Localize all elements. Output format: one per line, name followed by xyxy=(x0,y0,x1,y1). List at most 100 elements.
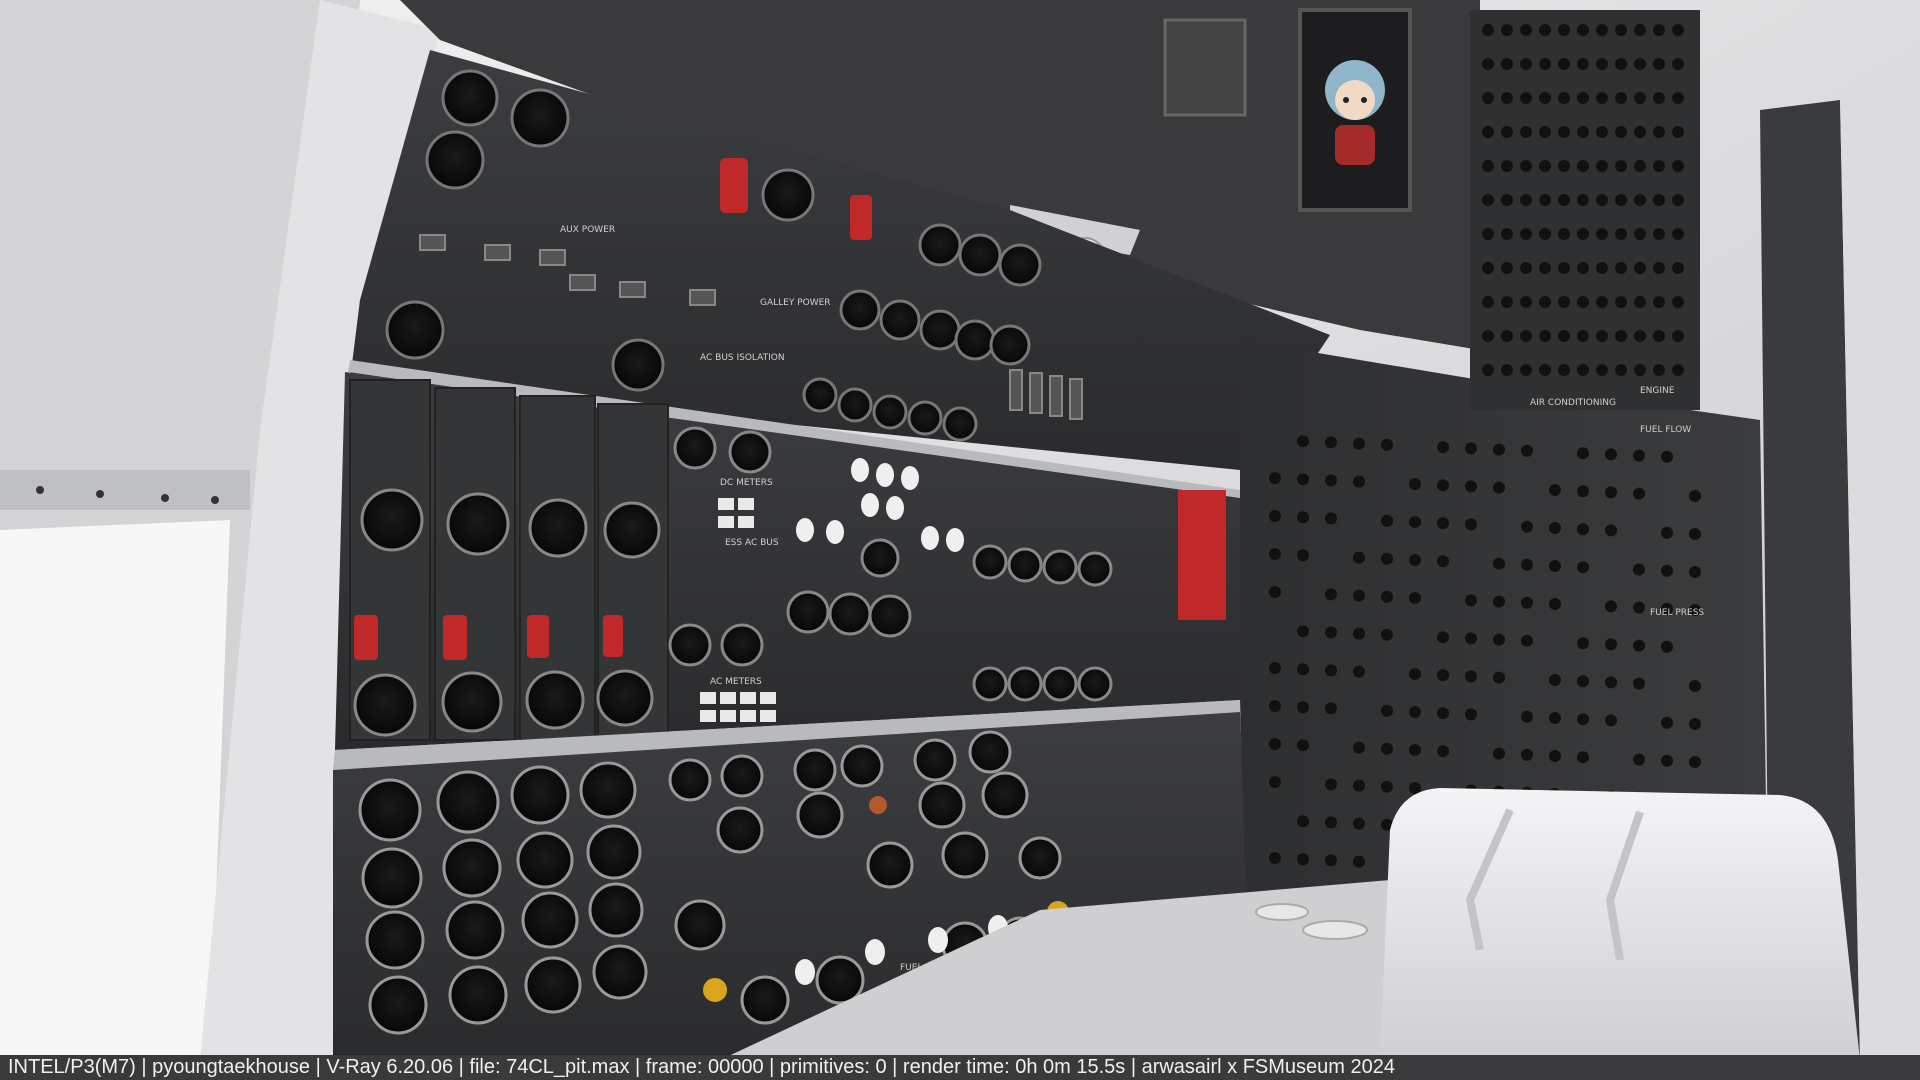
circuit-breaker xyxy=(1577,447,1589,460)
circuit-breaker xyxy=(1539,262,1551,274)
circuit-breaker xyxy=(1482,330,1494,342)
circuit-breaker xyxy=(1465,442,1477,455)
circuit-breaker xyxy=(1482,160,1494,172)
circuit-breaker xyxy=(1634,330,1646,342)
circuit-breaker xyxy=(1653,126,1665,138)
circuit-breaker xyxy=(1437,479,1449,492)
circuit-breaker xyxy=(1520,92,1532,104)
circuit-breaker xyxy=(1539,296,1551,308)
aux-power-label: AUX POWER xyxy=(560,225,615,235)
circuit-breaker xyxy=(1558,262,1570,274)
circuit-breaker xyxy=(1605,524,1617,537)
circuit-breaker xyxy=(1672,364,1684,376)
circuit-breaker xyxy=(1558,296,1570,308)
circuit-breaker xyxy=(1577,330,1589,342)
circuit-breaker xyxy=(1672,262,1684,274)
circuit-breaker xyxy=(1482,92,1494,104)
circuit-breaker xyxy=(1577,675,1589,688)
circuit-breaker xyxy=(1521,634,1533,647)
circuit-breaker xyxy=(1269,700,1281,712)
air-conditioning-label: AIR CONDITIONING xyxy=(1530,398,1616,408)
circuit-breaker xyxy=(1269,548,1281,560)
circuit-breaker xyxy=(1634,92,1646,104)
circuit-breaker xyxy=(1465,518,1477,531)
circuit-breaker xyxy=(1577,561,1589,574)
circuit-breaker xyxy=(1689,718,1701,730)
circuit-breaker xyxy=(1615,160,1627,172)
galley-power-label: GALLEY POWER xyxy=(760,298,831,308)
circuit-breaker xyxy=(1482,126,1494,138)
circuit-breaker xyxy=(1672,126,1684,138)
circuit-breaker xyxy=(1615,296,1627,308)
circuit-breaker xyxy=(1596,228,1608,240)
circuit-breaker xyxy=(1577,194,1589,206)
circuit-breaker xyxy=(1381,628,1393,641)
circuit-breaker xyxy=(1521,520,1533,533)
circuit-breaker xyxy=(1482,58,1494,70)
circuit-breaker xyxy=(1353,665,1365,678)
circuit-breaker xyxy=(1653,160,1665,172)
circuit-breaker xyxy=(1409,706,1421,718)
circuit-breaker xyxy=(1297,549,1309,562)
circuit-breaker xyxy=(1520,126,1532,138)
circuit-breaker xyxy=(1437,631,1449,644)
circuit-breaker xyxy=(1653,262,1665,274)
circuit-breaker xyxy=(1672,330,1684,342)
circuit-breaker xyxy=(1381,590,1393,603)
circuit-breaker xyxy=(1672,24,1684,36)
circuit-breaker xyxy=(1672,58,1684,70)
circuit-breaker xyxy=(1633,449,1645,462)
circuit-breaker xyxy=(1615,364,1627,376)
circuit-breaker xyxy=(1596,296,1608,308)
circuit-breaker xyxy=(1353,741,1365,754)
circuit-breaker xyxy=(1437,745,1449,758)
circuit-breaker xyxy=(1501,58,1513,70)
circuit-breaker xyxy=(1297,815,1309,828)
circuit-breaker xyxy=(1661,754,1673,767)
circuit-breaker xyxy=(1549,560,1561,572)
circuit-breaker xyxy=(1409,478,1421,490)
circuit-breaker xyxy=(1501,194,1513,206)
circuit-breaker xyxy=(1501,160,1513,172)
circuit-breaker xyxy=(1381,514,1393,527)
circuit-breaker xyxy=(1353,551,1365,564)
circuit-breaker xyxy=(1596,194,1608,206)
circuit-breaker xyxy=(1633,601,1645,614)
circuit-breaker xyxy=(1558,364,1570,376)
circuit-breaker xyxy=(1539,58,1551,70)
circuit-breaker xyxy=(1520,160,1532,172)
circuit-breaker xyxy=(1633,487,1645,500)
circuit-breaker xyxy=(1269,852,1281,864)
circuit-breaker xyxy=(1437,517,1449,530)
circuit-breaker xyxy=(1409,592,1421,604)
circuit-breaker xyxy=(1596,262,1608,274)
circuit-breaker xyxy=(1653,364,1665,376)
circuit-breaker xyxy=(1465,480,1477,493)
circuit-breaker xyxy=(1465,632,1477,645)
circuit-breaker xyxy=(1577,637,1589,650)
circuit-breaker xyxy=(1521,748,1533,761)
circuit-breaker xyxy=(1558,228,1570,240)
ess-ac-bus-label: ESS AC BUS xyxy=(725,538,779,548)
circuit-breaker xyxy=(1539,228,1551,240)
circuit-breaker xyxy=(1633,753,1645,766)
circuit-breaker xyxy=(1465,594,1477,607)
circuit-breaker xyxy=(1577,24,1589,36)
circuit-breaker xyxy=(1409,744,1421,756)
circuit-breaker xyxy=(1501,228,1513,240)
circuit-breaker xyxy=(1520,58,1532,70)
circuit-breaker xyxy=(1269,510,1281,522)
circuit-breaker xyxy=(1549,712,1561,724)
circuit-breaker xyxy=(1482,296,1494,308)
circuit-breaker xyxy=(1596,92,1608,104)
ac-meters-label: AC METERS xyxy=(710,677,762,687)
circuit-breaker xyxy=(1269,472,1281,484)
circuit-breaker xyxy=(1689,566,1701,578)
circuit-breaker xyxy=(1549,598,1561,610)
circuit-breaker xyxy=(1605,638,1617,651)
circuit-breaker xyxy=(1297,625,1309,638)
circuit-breaker xyxy=(1465,670,1477,683)
circuit-breaker xyxy=(1520,364,1532,376)
circuit-breaker xyxy=(1409,554,1421,566)
circuit-breaker xyxy=(1653,330,1665,342)
